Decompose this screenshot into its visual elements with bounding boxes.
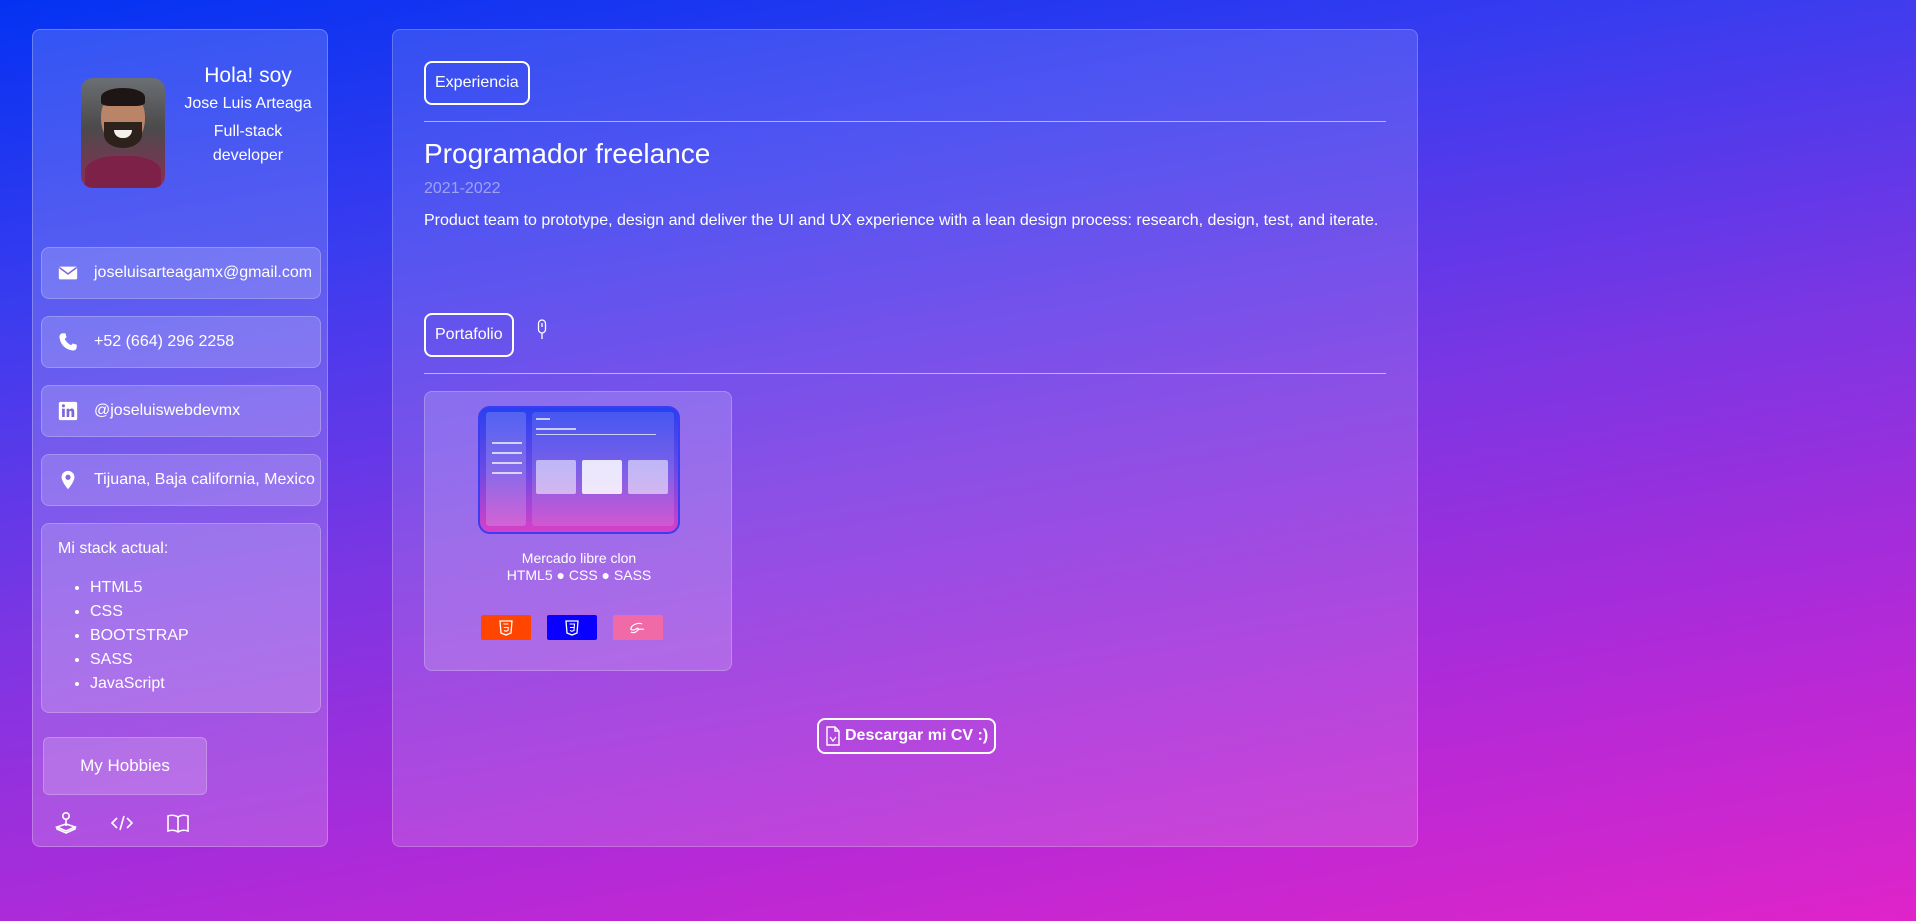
job-title: Programador freelance <box>424 138 711 169</box>
document-icon <box>826 726 840 746</box>
job-dates: 2021-2022 <box>424 180 501 197</box>
css3-icon <box>547 615 597 640</box>
location-icon <box>42 469 94 491</box>
download-cv-label: Descargar mi CV :) <box>845 727 989 744</box>
linkedin-icon <box>42 400 94 422</box>
my-hobbies-button[interactable]: My Hobbies <box>43 737 207 795</box>
stack-card: Mi stack actual: HTML5 CSS BOOTSTRAP SAS… <box>41 523 321 713</box>
divider <box>424 373 1386 374</box>
profile-role: Full-stack developer <box>212 123 284 164</box>
hobby-icons <box>53 810 191 841</box>
profile-greeting-block: Hola! soy Jose Luis Arteaga Full-stack d… <box>183 62 313 168</box>
contact-phone-text: +52 (664) 296 2258 <box>94 333 235 350</box>
project-tech: HTML5 ● CSS ● SASS <box>506 567 652 583</box>
job-description: Product team to prototype, design and de… <box>424 212 1379 229</box>
stack-item: JavaScript <box>90 672 304 696</box>
divider <box>424 121 1386 122</box>
sidebar: Hola! soy Jose Luis Arteaga Full-stack d… <box>32 29 328 847</box>
phone-icon <box>42 331 94 353</box>
html5-icon <box>481 615 531 640</box>
code-icon[interactable] <box>109 810 135 841</box>
stack-list: HTML5 CSS BOOTSTRAP SASS JavaScript <box>58 576 304 696</box>
contact-linkedin[interactable]: @joseluiswebdevmx <box>41 385 321 437</box>
project-name: Mercado libre clon <box>521 550 637 566</box>
profile-name: Jose Luis Arteaga <box>184 95 312 112</box>
stack-item: HTML5 <box>90 576 304 600</box>
download-cv-button[interactable]: Descargar mi CV :) <box>817 718 997 754</box>
contact-email-text: joseluisarteagamx@gmail.com <box>94 264 313 281</box>
book-icon[interactable] <box>165 810 191 841</box>
contact-linkedin-text: @joseluiswebdevmx <box>94 402 241 419</box>
contact-phone[interactable]: +52 (664) 296 2258 <box>41 316 321 368</box>
tab-portafolio[interactable]: Portafolio <box>424 313 514 357</box>
joystick-icon[interactable] <box>53 810 79 841</box>
stack-item: BOOTSTRAP <box>90 624 304 648</box>
profile-photo <box>81 78 165 188</box>
project-card[interactable]: Mercado libre clon HTML5 ● CSS ● SASS <box>424 391 732 671</box>
tech-badges <box>481 615 663 640</box>
contact-email[interactable]: joseluisarteagamx@gmail.com <box>41 247 321 299</box>
contact-location[interactable]: Tijuana, Baja california, Mexico <box>41 454 321 506</box>
main-panel: Experiencia Programador freelance 2021-2… <box>392 29 1418 847</box>
project-info: Mercado libre clon HTML5 ● CSS ● SASS <box>425 550 733 584</box>
mail-icon <box>42 262 94 284</box>
microphone-icon[interactable] <box>535 319 549 341</box>
stack-item: CSS <box>90 600 304 624</box>
greeting-text: Hola! soy <box>204 64 292 87</box>
stack-title: Mi stack actual: <box>58 540 169 557</box>
stack-item: SASS <box>90 648 304 672</box>
project-thumbnail[interactable] <box>478 406 680 534</box>
tab-experiencia[interactable]: Experiencia <box>424 61 530 105</box>
contact-location-text: Tijuana, Baja california, Mexico <box>94 471 315 488</box>
sass-icon <box>613 615 663 640</box>
